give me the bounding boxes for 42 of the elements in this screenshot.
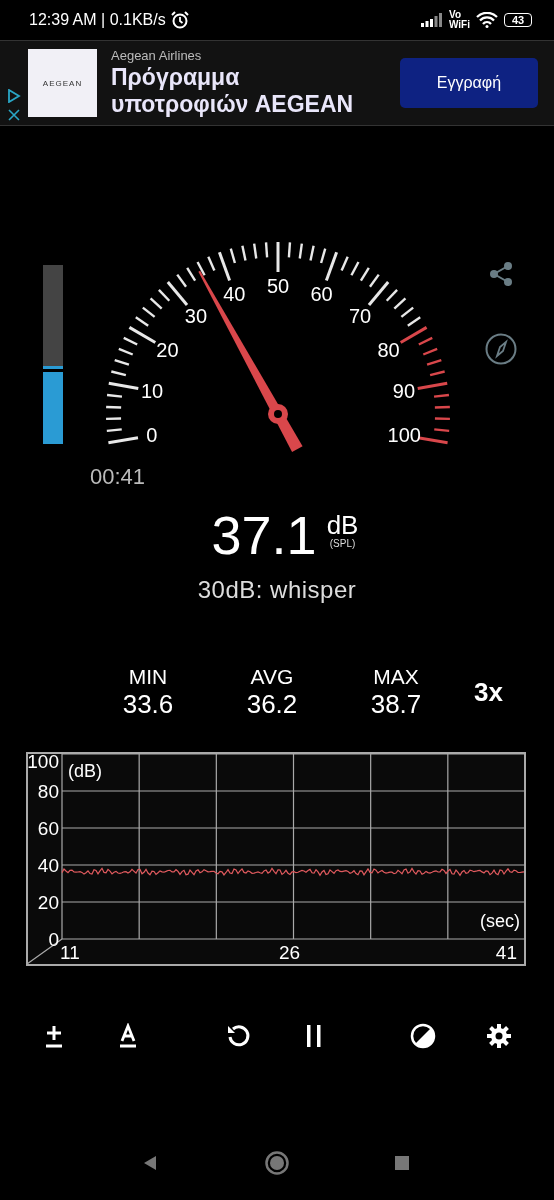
axis-label: 11	[60, 942, 80, 963]
scale-label: 50	[266, 275, 290, 297]
stat-label: AVG	[250, 665, 294, 689]
scale-label: 20	[156, 338, 179, 361]
network-label: Vo	[449, 10, 463, 20]
scale-label: 40	[223, 282, 246, 305]
axis-label: 40	[37, 855, 59, 876]
stat-label: MAX	[373, 665, 419, 689]
axis-title: (dB)	[68, 761, 102, 781]
decibel-reading: 37.1	[211, 506, 317, 564]
axis-label: 80	[37, 781, 59, 802]
scale-label: 60	[310, 282, 333, 305]
scale-label: 80	[377, 338, 400, 361]
scale-label: 90	[392, 380, 416, 403]
axis-label: 26	[278, 942, 301, 963]
battery-level: 43	[504, 13, 532, 27]
stat-value: 36.2	[246, 689, 298, 719]
axis-label: 41	[495, 942, 517, 963]
scale-label: 70	[348, 304, 372, 327]
speed-toggle[interactable]: 3x	[474, 676, 503, 708]
scale-label: 30	[184, 304, 208, 327]
axis-label: 20	[37, 892, 59, 913]
scale-label: 10	[140, 380, 164, 403]
axis-label: 100	[27, 752, 59, 772]
axis-label: 60	[37, 818, 59, 839]
signup-button[interactable]: Εγγραφή	[400, 58, 538, 108]
ad-headline[interactable]: Πρόγραμμα υποτροφιών AEGEAN	[111, 64, 361, 118]
weighting-label: (SPL)	[329, 538, 356, 549]
axis-label: 0	[48, 929, 59, 950]
noise-description: 30dB: whisper	[197, 576, 357, 604]
stat-value: 33.6	[122, 689, 174, 719]
scale-label: 100	[387, 424, 421, 447]
unit-label: dB	[326, 512, 359, 538]
advertiser-name: Aegean Airlines	[111, 48, 203, 64]
elapsed-time: 00:41	[90, 464, 146, 490]
network-label: WiFi	[449, 20, 470, 30]
scale-label: 0	[146, 424, 158, 447]
stat-label: MIN	[128, 665, 168, 689]
axis-title: (sec)	[480, 911, 520, 931]
status-text: 12:39 AM | 0.1KB/s	[29, 11, 166, 29]
advertiser-logo: AEGEAN	[28, 49, 97, 117]
stat-value: 38.7	[370, 689, 422, 719]
